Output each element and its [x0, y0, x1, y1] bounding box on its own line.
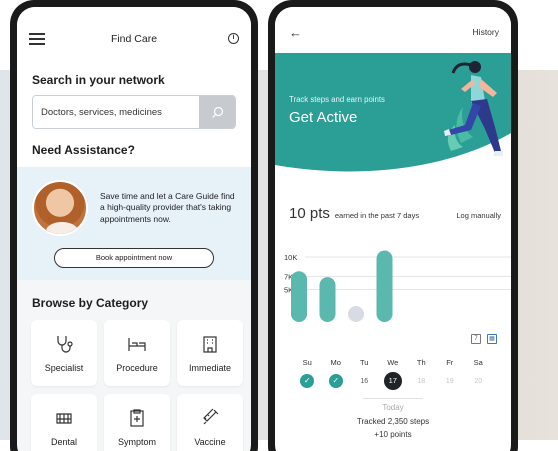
date-number: 16	[360, 377, 369, 385]
category-label: Specialist	[44, 363, 84, 373]
history-link[interactable]: History	[473, 27, 499, 37]
search-button[interactable]	[199, 96, 235, 128]
urgent-care-icon	[203, 336, 217, 353]
points-total: 10 pts	[289, 205, 330, 222]
bar-We[interactable]	[376, 250, 393, 323]
care-guide-description: Save time and let a Care Guide find a hi…	[100, 190, 235, 224]
bar-Mo[interactable]	[319, 277, 336, 322]
date-number: 18	[417, 377, 426, 385]
search-section: Search in your network Need Assistance?	[17, 69, 251, 167]
category-label: Symptom	[117, 437, 156, 447]
syringe-icon	[203, 408, 219, 425]
day-mark: 17	[379, 372, 408, 390]
date-number: 19	[445, 377, 454, 385]
day-column[interactable]: Su ✓	[293, 358, 322, 390]
hero-title: Get Active	[289, 109, 358, 126]
day-mark: 18	[407, 372, 436, 390]
day-label: Tu	[360, 358, 369, 367]
today-summary: Today Tracked 2,350 steps +10 points	[275, 398, 511, 439]
page-title: Find Care	[110, 33, 158, 45]
calendar-toggle: 7 ▦	[471, 334, 497, 344]
day-label: We	[387, 358, 399, 367]
browse-heading: Browse by Category	[17, 280, 251, 320]
get-active-screen: ← History Track steps and earn points Ge…	[275, 7, 511, 451]
day-row: Su ✓ Mo ✓ Tu 16 We 17 Th 18 Fr 19 Sa 20	[275, 358, 511, 390]
log-manually-link[interactable]: Log manually	[456, 211, 501, 220]
get-active-phone: ← History Track steps and earn points Ge…	[268, 0, 518, 451]
category-dental[interactable]: Dental	[31, 394, 97, 451]
find-care-header: Find Care i	[17, 7, 251, 69]
category-symptom[interactable]: Symptom	[104, 394, 170, 451]
hero-subtitle: Track steps and earn points	[289, 95, 385, 104]
month-calendar-icon[interactable]: ▦	[487, 334, 497, 344]
day-column[interactable]: Mo ✓	[322, 358, 351, 390]
runner-illustration	[444, 61, 503, 156]
category-label: Vaccine	[194, 437, 226, 447]
steps-chart: 10K 7K 5K 7 ▦	[275, 236, 511, 356]
category-label: Dental	[50, 437, 77, 447]
y-tick-label: 10K	[284, 253, 297, 262]
day-mark: ✓	[322, 372, 351, 390]
back-arrow-icon[interactable]: ←	[289, 25, 302, 40]
day-label: Th	[416, 358, 426, 367]
find-care-phone: Find Care i Search in your network Need …	[10, 0, 258, 451]
category-procedure[interactable]: Procedure	[104, 320, 170, 386]
points-summary: 10 pts earned in the past 7 days Log man…	[275, 181, 511, 222]
day-mark: 16	[350, 372, 379, 390]
day-mark: ✓	[293, 372, 322, 390]
divider	[363, 398, 423, 399]
today-label: Today	[382, 403, 404, 412]
day-label: Sa	[473, 358, 483, 367]
book-appointment-button[interactable]: Book appointment now	[54, 248, 214, 268]
clipboard-icon	[130, 409, 144, 427]
bar-Su[interactable]	[291, 271, 307, 322]
day-column[interactable]: Th 18	[407, 358, 436, 390]
bar-Tu[interactable]	[348, 306, 364, 322]
day-label: Su	[302, 358, 312, 367]
tracked-steps: Tracked 2,350 steps	[356, 417, 430, 426]
points-caption: earned in the past 7 days	[334, 211, 420, 220]
category-label: Procedure	[116, 363, 158, 373]
search-icon	[211, 106, 223, 118]
care-guide-avatar	[32, 180, 88, 236]
category-vaccine[interactable]: Vaccine	[177, 394, 243, 451]
check-icon: ✓	[328, 374, 343, 388]
care-guide-card: Save time and let a Care Guide find a hi…	[17, 167, 251, 280]
day-column[interactable]: Tu 16	[350, 358, 379, 390]
find-care-screen: Find Care i Search in your network Need …	[17, 7, 251, 451]
category-specialist[interactable]: Specialist	[31, 320, 97, 386]
day-label: Mo	[330, 358, 341, 367]
teeth-icon	[56, 413, 72, 424]
category-grid: Specialist Procedure Immediate Dental Sy…	[17, 320, 251, 451]
search-bar	[32, 95, 236, 129]
day-column[interactable]: Sa 20	[464, 358, 493, 390]
week-calendar-icon[interactable]: 7	[471, 334, 481, 344]
hero-banner: Track steps and earn points Get Active	[275, 53, 511, 181]
hospital-bed-icon	[128, 338, 146, 351]
get-active-header: ← History	[275, 7, 511, 53]
assistance-heading: Need Assistance?	[32, 143, 135, 157]
search-input[interactable]	[33, 96, 199, 128]
stethoscope-icon	[57, 336, 73, 353]
day-mark: 20	[464, 372, 493, 390]
category-immediate[interactable]: Immediate	[177, 320, 243, 386]
search-heading: Search in your network	[32, 73, 165, 87]
day-column[interactable]: We 17	[379, 358, 408, 390]
day-column[interactable]: Fr 19	[436, 358, 465, 390]
check-icon: ✓	[300, 374, 315, 388]
day-mark: 19	[436, 372, 465, 390]
day-label: Fr	[446, 358, 454, 367]
today-date: 17	[383, 372, 402, 390]
date-number: 20	[474, 377, 483, 385]
earned-points: +10 points	[374, 430, 412, 439]
category-label: Immediate	[188, 363, 232, 373]
